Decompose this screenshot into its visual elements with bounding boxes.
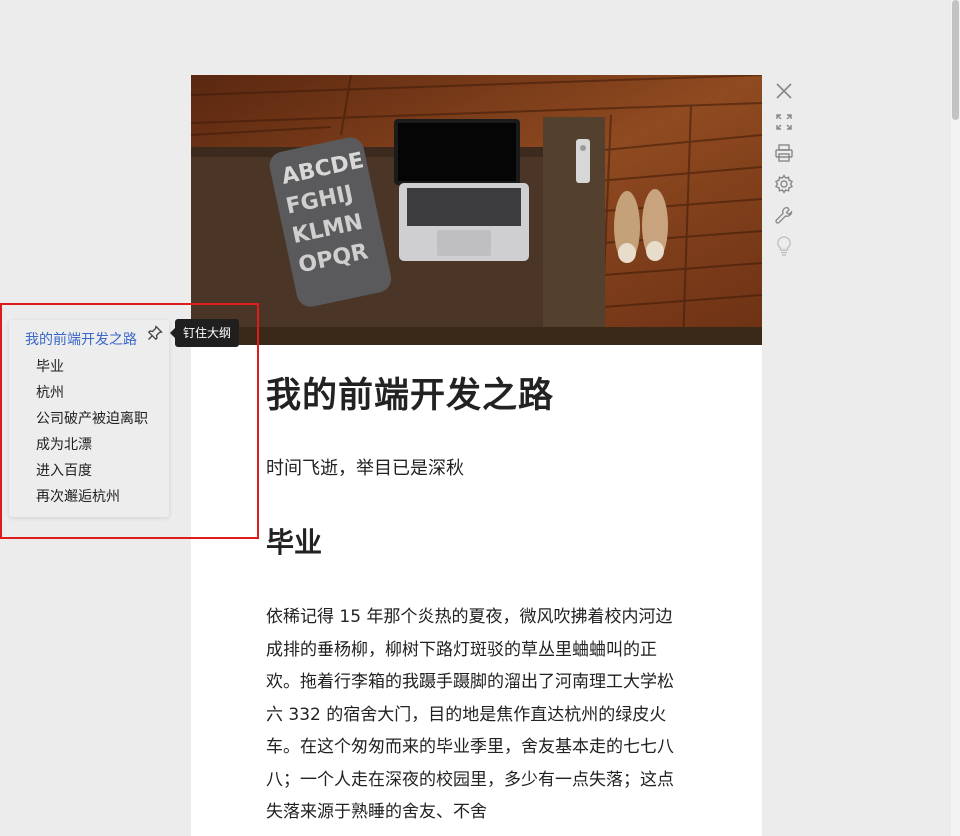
page-scrollbar[interactable] [951, 0, 960, 836]
settings-icon [775, 173, 793, 194]
fullscreen-button[interactable] [770, 106, 798, 137]
wrench-icon [775, 206, 793, 224]
lightbulb-icon [777, 235, 791, 256]
document: ABCDE FGHIJ KLMN OPQR 我的前端开发之路 时间飞逝，举目已是… [191, 75, 762, 836]
cover-image: ABCDE FGHIJ KLMN OPQR [191, 75, 762, 345]
highlight-annotation-box [0, 303, 259, 539]
article-title: 我的前端开发之路 [266, 376, 555, 416]
scrollbar-thumb[interactable] [952, 0, 959, 120]
tools-button[interactable] [770, 199, 798, 230]
settings-button[interactable] [770, 168, 798, 199]
section-paragraph: 依稀记得 15 年那个炎热的夏夜，微风吹拂着校内河边成排的垂杨柳，柳树下路灯斑驳… [266, 607, 674, 822]
page: ABCDE FGHIJ KLMN OPQR 我的前端开发之路 时间飞逝，举目已是… [0, 0, 960, 836]
print-button[interactable] [770, 137, 798, 168]
close-icon [776, 82, 792, 99]
close-button[interactable] [770, 75, 798, 106]
fullscreen-icon [776, 113, 792, 130]
section-heading: 毕业 [266, 526, 323, 559]
article-subtitle: 时间飞逝，举目已是深秋 [266, 458, 464, 479]
document-toolbar [770, 75, 798, 261]
print-icon [775, 143, 793, 162]
tips-button[interactable] [770, 230, 798, 261]
